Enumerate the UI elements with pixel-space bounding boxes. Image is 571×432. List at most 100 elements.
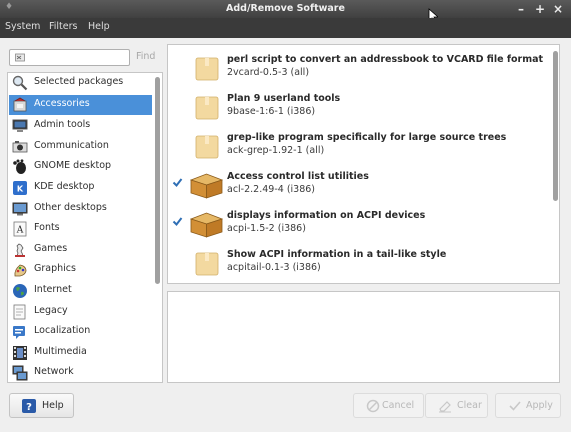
close-icon[interactable]: × [551, 0, 565, 18]
sidebar-scrollbar[interactable] [155, 77, 160, 284]
sidebar-item-localization[interactable]: Localization [9, 322, 152, 342]
multimedia-icon [13, 346, 27, 360]
sidebar-item-label: Fonts [34, 222, 60, 233]
package-installed-icon [189, 173, 224, 199]
sidebar-item-other-desktops[interactable]: Other desktops [9, 199, 152, 219]
sidebar-item-network[interactable]: Network [9, 363, 152, 382]
legacy-icon [13, 304, 26, 320]
cancel-icon [366, 399, 380, 413]
sidebar-item-selected-packages[interactable]: Selected packages [9, 73, 152, 93]
package-version: 9base-1:6-1 (i386) [227, 106, 316, 117]
package-row[interactable]: perl script to convert an addressbook to… [168, 48, 548, 87]
sidebar-item-multimedia[interactable]: Multimedia [9, 343, 152, 363]
clear-button[interactable]: Clear [425, 393, 488, 418]
sidebar-item-admin-tools[interactable]: Admin tools [9, 116, 152, 136]
package-name: Plan 9 userland tools [227, 93, 341, 104]
package-list-scrollbar[interactable] [553, 51, 558, 201]
sidebar-item-label: Network [34, 366, 74, 377]
menu-bar: System Filters Help [0, 18, 571, 38]
sidebar-item-label: Admin tools [34, 119, 91, 130]
cancel-button[interactable]: Cancel [353, 393, 424, 418]
sidebar-item-games[interactable]: Games [9, 240, 152, 260]
search-clear-icon [15, 53, 25, 62]
sidebar-item-communication[interactable]: Communication [9, 137, 152, 157]
games-icon [15, 243, 25, 257]
package-icon [195, 96, 219, 120]
sidebar-item-label: Accessories [34, 98, 90, 109]
admin-tools-icon [12, 119, 28, 132]
package-details-pane [167, 291, 560, 383]
package-row[interactable]: Plan 9 userland tools 9base-1:6-1 (i386) [168, 87, 548, 126]
network-icon [12, 365, 28, 381]
package-row[interactable]: Show ACPI information in a tail-like sty… [168, 243, 548, 282]
sidebar-item-label: KDE desktop [34, 181, 95, 192]
maximize-icon[interactable]: + [533, 0, 547, 18]
menu-filters[interactable]: Filters [49, 21, 77, 32]
sidebar-item-label: Multimedia [34, 346, 87, 357]
category-list[interactable]: Selected packages Accessories Admin tool… [7, 72, 163, 383]
cancel-button-label: Cancel [382, 400, 415, 411]
package-name: Show ACPI information in a tail-like sty… [227, 249, 447, 260]
gnome-icon [13, 159, 26, 174]
package-row[interactable]: displays information on ACPI devices acp… [168, 204, 548, 243]
package-row[interactable]: Access control list utilities acl-2.2.49… [168, 165, 548, 204]
package-installed-icon [189, 212, 224, 238]
clear-button-label: Clear [457, 400, 482, 411]
checkmark-icon [509, 401, 521, 411]
search-field[interactable] [9, 49, 130, 66]
sidebar-item-label: Internet [34, 284, 72, 295]
sidebar-item-label: GNOME desktop [34, 160, 112, 171]
sidebar-item-graphics[interactable]: Graphics [9, 260, 152, 280]
window-title: Add/Remove Software [226, 3, 345, 14]
sidebar-item-label: Other desktops [34, 202, 107, 213]
sidebar-item-legacy[interactable]: Legacy [9, 302, 152, 322]
sidebar-item-label: Legacy [34, 305, 68, 316]
kde-icon: K [13, 181, 27, 195]
menu-system[interactable]: System [5, 21, 40, 32]
sidebar-item-label: Graphics [34, 263, 76, 274]
fonts-icon: A [13, 221, 27, 237]
package-version: ack-grep-1.92-1 (all) [227, 145, 325, 156]
package-icon [195, 135, 219, 159]
menu-help[interactable]: Help [88, 21, 110, 32]
help-button[interactable]: ? Help [9, 393, 74, 418]
svg-text:A: A [16, 226, 24, 236]
clear-icon [439, 401, 451, 413]
sidebar-item-gnome-desktop[interactable]: GNOME desktop [9, 157, 152, 177]
installed-checkbox[interactable] [172, 177, 183, 188]
graphics-icon [14, 264, 27, 277]
find-button[interactable]: Find [136, 51, 155, 62]
localization-icon [13, 326, 25, 339]
accessories-icon [13, 97, 27, 112]
sidebar-item-label: Selected packages [34, 76, 124, 87]
sidebar-item-label: Communication [34, 140, 109, 151]
search-input[interactable] [28, 51, 126, 64]
sidebar-item-accessories[interactable]: Accessories [9, 95, 152, 115]
svg-text:?: ? [26, 402, 32, 413]
title-bar: ♦ Add/Remove Software – + × [0, 0, 571, 18]
sidebar-item-fonts[interactable]: A Fonts [9, 219, 152, 239]
apply-button-label: Apply [526, 400, 553, 411]
package-name: Access control list utilities [227, 171, 369, 182]
desktop-icon [12, 202, 28, 216]
sidebar-item-kde-desktop[interactable]: K KDE desktop [9, 178, 152, 198]
package-name: perl script to convert an addressbook to… [227, 54, 544, 65]
package-version: 2vcard-0.5-3 (all) [227, 67, 310, 78]
package-version: acpi-1.5-2 (i386) [227, 223, 306, 234]
package-name: displays information on ACPI devices [227, 210, 426, 221]
package-icon [195, 252, 219, 276]
package-version: acl-2.2.49-4 (i386) [227, 184, 316, 195]
minimize-icon[interactable]: – [514, 0, 528, 18]
sidebar-item-internet[interactable]: Internet [9, 281, 152, 301]
package-icon [195, 57, 219, 81]
package-row[interactable]: grep-like program specifically for large… [168, 126, 548, 165]
package-version: acpitail-0.1-3 (i386) [227, 262, 321, 273]
apply-button[interactable]: Apply [495, 393, 561, 418]
installed-checkbox[interactable] [172, 216, 183, 227]
package-name: grep-like program specifically for large… [227, 132, 507, 143]
help-icon: ? [22, 399, 36, 413]
internet-icon [13, 284, 27, 298]
package-list[interactable]: perl script to convert an addressbook to… [167, 44, 560, 284]
sidebar-item-label: Localization [34, 325, 91, 336]
svg-text:K: K [17, 185, 24, 194]
